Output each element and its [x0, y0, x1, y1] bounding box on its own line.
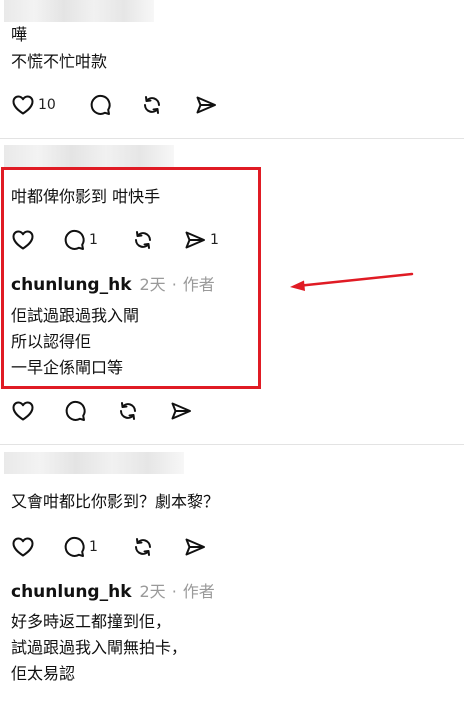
send-icon — [169, 399, 193, 423]
share-button[interactable] — [183, 534, 207, 560]
reply-header: chunlung_hk 2天 · 作者 — [11, 581, 215, 603]
like-button[interactable] — [11, 534, 35, 560]
divider — [0, 138, 464, 139]
highlight-box-annotation — [1, 167, 261, 389]
post-text: 又會咁都比你影到？劇本黎？ — [11, 492, 220, 511]
post-text-line: 嘩 — [11, 25, 28, 44]
reply-count: 1 — [89, 539, 98, 555]
heart-icon — [11, 399, 35, 423]
repost-icon — [116, 399, 140, 423]
reply-button[interactable]: 1 — [62, 534, 98, 560]
comment-icon — [88, 93, 112, 117]
repost-button[interactable] — [131, 534, 155, 560]
reply-text-line: 試過跟過我入閘無拍卡， — [11, 638, 188, 657]
post-text-line: 不慌不忙咁款 — [11, 52, 108, 71]
comment-icon — [63, 399, 87, 423]
reply-time: 2天 — [139, 582, 166, 601]
meta-separator: · — [171, 582, 177, 601]
share-button[interactable] — [169, 398, 193, 424]
reply-username[interactable]: chunlung_hk — [11, 582, 132, 602]
repost-icon — [131, 535, 155, 559]
reply-button[interactable] — [88, 92, 112, 118]
divider — [0, 444, 464, 445]
like-button[interactable]: 10 — [11, 92, 56, 118]
avatar-username-blurred — [4, 145, 174, 167]
comment-icon — [62, 535, 86, 559]
repost-button[interactable] — [116, 398, 140, 424]
share-button[interactable] — [194, 92, 218, 118]
send-icon — [183, 535, 207, 559]
author-badge: 作者 — [182, 582, 215, 601]
send-icon — [194, 93, 218, 117]
reply-text-line: 佢太易認 — [11, 664, 76, 683]
repost-icon — [140, 93, 164, 117]
red-arrow-annotation — [290, 272, 414, 291]
reply-text-line: 好多時返工都撞到佢， — [11, 612, 172, 631]
reply-button[interactable] — [63, 398, 87, 424]
avatar-username-blurred — [4, 0, 154, 22]
avatar-username-blurred — [4, 452, 184, 474]
like-count: 10 — [38, 97, 56, 113]
repost-button[interactable] — [140, 92, 164, 118]
heart-icon — [11, 93, 35, 117]
like-button[interactable] — [11, 398, 35, 424]
heart-icon — [11, 535, 35, 559]
